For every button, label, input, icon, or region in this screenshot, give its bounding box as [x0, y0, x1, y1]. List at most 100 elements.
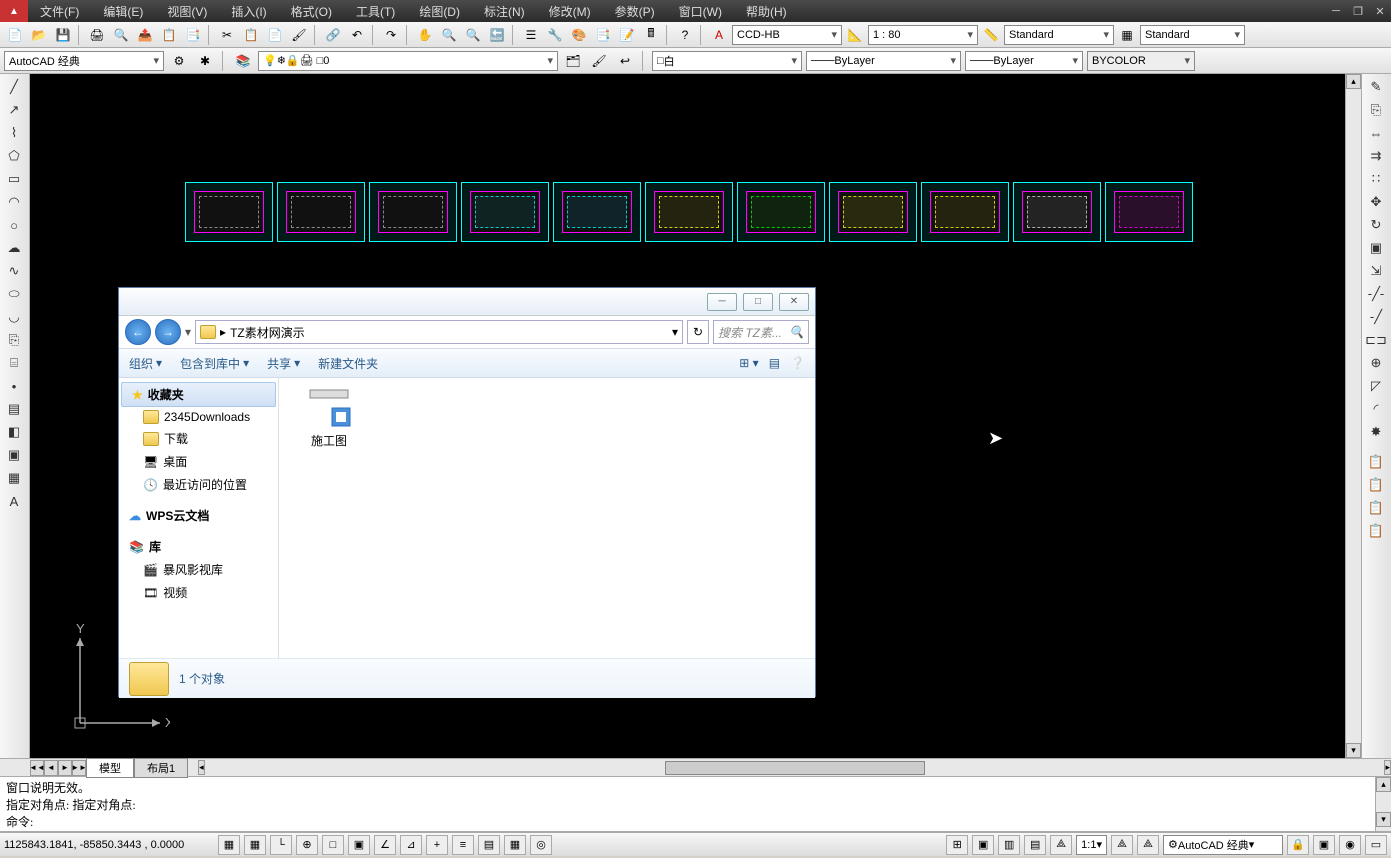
tablestyle-icon[interactable]: ▦: [1116, 24, 1138, 46]
close-button[interactable]: ✕: [1369, 2, 1391, 20]
osnap-toggle[interactable]: □: [322, 835, 344, 855]
sidebar-item-video[interactable]: 🎞视频: [119, 581, 278, 604]
clipboard1-icon[interactable]: 📋: [1364, 451, 1388, 473]
scroll-down-icon[interactable]: ▾: [1346, 743, 1361, 758]
table-icon[interactable]: ▦: [2, 467, 26, 489]
move-icon[interactable]: ✥: [1364, 191, 1388, 213]
clean-screen-icon[interactable]: ▭: [1365, 835, 1387, 855]
new-folder-button[interactable]: 新建文件夹: [318, 355, 378, 372]
arc-icon[interactable]: ◠: [2, 191, 26, 213]
layer-match-icon[interactable]: 🖌: [588, 50, 610, 72]
drawing-view[interactable]: [645, 182, 733, 242]
tab-layout1[interactable]: 布局1: [134, 758, 188, 778]
break-icon[interactable]: ⊏⊐: [1364, 329, 1388, 351]
lwt-toggle[interactable]: ≡: [452, 835, 474, 855]
cmd-scroll-up-icon[interactable]: ▴: [1376, 777, 1391, 792]
dim-style-combo[interactable]: Standard▾: [1004, 25, 1114, 45]
preview-icon[interactable]: 🔍: [110, 24, 132, 46]
sc-toggle[interactable]: ◎: [530, 835, 552, 855]
refresh-button[interactable]: ↻: [687, 320, 709, 344]
sheet-icon[interactable]: 📑: [182, 24, 204, 46]
snap-toggle[interactable]: ▦: [218, 835, 240, 855]
undo-icon[interactable]: ↶: [346, 24, 368, 46]
tab-next-icon[interactable]: ►: [58, 760, 72, 776]
sidebar-item-recent[interactable]: 🕓最近访问的位置: [119, 473, 278, 496]
dialog-close-button[interactable]: ✕: [779, 293, 809, 311]
tpy-toggle[interactable]: ▤: [478, 835, 500, 855]
layer-manager-icon[interactable]: 📚: [232, 50, 254, 72]
dialog-minimize-button[interactable]: ─: [707, 293, 737, 311]
qv-drawings-button[interactable]: ▤: [1024, 835, 1046, 855]
share-menu[interactable]: 共享 ▾: [267, 355, 300, 372]
restore-button[interactable]: ❐: [1347, 2, 1369, 20]
grid-toggle[interactable]: ▦: [244, 835, 266, 855]
tab-first-icon[interactable]: ◄◄: [30, 760, 44, 776]
help-icon[interactable]: ?: [674, 24, 696, 46]
anno-scale-combo[interactable]: 1:1▾: [1076, 835, 1107, 855]
layer-states-icon[interactable]: 🗂: [562, 50, 584, 72]
clipboard2-icon[interactable]: 📋: [1364, 474, 1388, 496]
sidebar-favorites[interactable]: ★收藏夹: [121, 382, 276, 407]
rotate-icon[interactable]: ↻: [1364, 214, 1388, 236]
table-style-combo[interactable]: Standard▾: [1140, 25, 1245, 45]
rectangle-icon[interactable]: ▭: [2, 168, 26, 190]
stretch-icon[interactable]: ⇲: [1364, 260, 1388, 282]
new-icon[interactable]: 📄: [4, 24, 26, 46]
menu-file[interactable]: 文件(F): [28, 0, 91, 23]
hardware-accel-icon[interactable]: ▣: [1313, 835, 1335, 855]
model-space-button[interactable]: ⊞: [946, 835, 968, 855]
dialog-maximize-button[interactable]: □: [743, 293, 773, 311]
command-scrollbar[interactable]: ▴ ▾: [1375, 777, 1391, 831]
drawing-view[interactable]: [277, 182, 365, 242]
sidebar-item-2345[interactable]: 2345Downloads: [119, 407, 278, 427]
sidebar-item-downloads[interactable]: 下载: [119, 427, 278, 450]
fillet-icon[interactable]: ◜: [1364, 398, 1388, 420]
point-icon[interactable]: •: [2, 375, 26, 397]
anno-auto-icon[interactable]: ⟁: [1137, 835, 1159, 855]
preview-pane-button[interactable]: ▤: [769, 356, 780, 370]
explode-icon[interactable]: ✸: [1364, 421, 1388, 443]
organize-menu[interactable]: 组织 ▾: [129, 355, 162, 372]
text-style-combo[interactable]: CCD-HB▾: [732, 25, 842, 45]
trim-icon[interactable]: -╱-: [1364, 283, 1388, 305]
3dosnap-toggle[interactable]: ▣: [348, 835, 370, 855]
isolate-icon[interactable]: ◉: [1339, 835, 1361, 855]
dialog-title-bar[interactable]: ─ □ ✕: [119, 288, 815, 316]
block-icon[interactable]: 🔗: [322, 24, 344, 46]
minimize-button[interactable]: ─: [1325, 2, 1347, 20]
menu-view[interactable]: 视图(V): [155, 0, 219, 23]
calc-icon[interactable]: 🖩: [640, 24, 662, 46]
chamfer-icon[interactable]: ◸: [1364, 375, 1388, 397]
layer-prev-icon[interactable]: ↩: [614, 50, 636, 72]
ellipse-arc-icon[interactable]: ◡: [2, 306, 26, 328]
nav-forward-button[interactable]: →: [155, 319, 181, 345]
ducs-toggle[interactable]: ⊿: [400, 835, 422, 855]
clipboard3-icon[interactable]: 📋: [1364, 497, 1388, 519]
coordinates-display[interactable]: 1125843.1841, -85850.3443 , 0.0000: [4, 839, 214, 851]
tab-model[interactable]: 模型: [86, 758, 134, 778]
dyn-toggle[interactable]: +: [426, 835, 448, 855]
lock-ui-icon[interactable]: 🔒: [1287, 835, 1309, 855]
annotation-scale-icon[interactable]: ⟁: [1050, 835, 1072, 855]
drawing-view[interactable]: [737, 182, 825, 242]
nav-back-button[interactable]: ←: [125, 319, 151, 345]
markup-icon[interactable]: 📝: [616, 24, 638, 46]
publish-icon[interactable]: 📤: [134, 24, 156, 46]
clipboard4-icon[interactable]: 📋: [1364, 520, 1388, 542]
drawing-view[interactable]: [1105, 182, 1193, 242]
workspace-status-combo[interactable]: ⚙AutoCAD 经典▾: [1163, 835, 1283, 855]
spline-icon[interactable]: ∿: [2, 260, 26, 282]
polar-toggle[interactable]: ⊕: [296, 835, 318, 855]
ortho-toggle[interactable]: └: [270, 835, 292, 855]
sidebar-libraries[interactable]: 📚库: [119, 535, 278, 558]
menu-parametric[interactable]: 参数(P): [603, 0, 667, 23]
print-icon[interactable]: 🖨: [86, 24, 108, 46]
textstyle-icon[interactable]: A: [708, 24, 730, 46]
drawing-view[interactable]: [921, 182, 1009, 242]
dim-icon[interactable]: 📐: [844, 24, 866, 46]
help-button[interactable]: ❔: [790, 356, 805, 370]
search-input[interactable]: 搜索 TZ素... 🔍: [713, 320, 809, 344]
plot-icon[interactable]: 📋: [158, 24, 180, 46]
save-icon[interactable]: 💾: [52, 24, 74, 46]
command-history[interactable]: 窗口说明无效。 指定对角点: 指定对角点: 命令:: [0, 777, 1375, 831]
